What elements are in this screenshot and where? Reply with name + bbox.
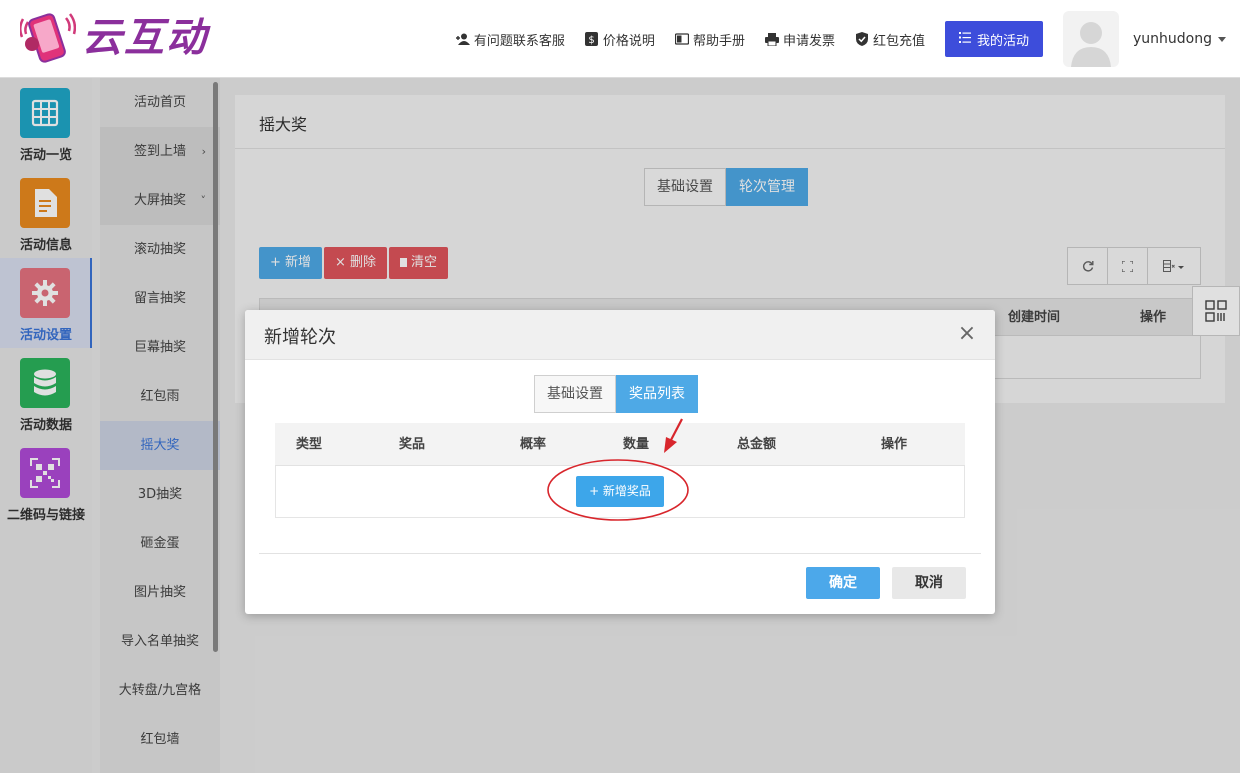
caret-down-icon xyxy=(1218,36,1226,42)
add-user-icon xyxy=(455,32,470,46)
col-probability: 概率 xyxy=(520,437,547,452)
nav-label: 价格说明 xyxy=(602,33,655,49)
dollar-icon: $ xyxy=(585,32,599,46)
brand-name: 云互动 xyxy=(82,14,208,61)
my-activity-button[interactable]: 我的活动 xyxy=(944,21,1043,57)
list-icon xyxy=(958,31,971,47)
cancel-button[interactable]: 取消 xyxy=(892,567,966,599)
avatar[interactable] xyxy=(1063,11,1119,67)
phone-logo-icon xyxy=(19,10,77,66)
confirm-button[interactable]: 确定 xyxy=(806,567,880,599)
nav-label: 帮助手册 xyxy=(692,33,745,49)
username: yunhudong xyxy=(1133,31,1212,47)
add-prize-button[interactable]: + 新增奖品 xyxy=(576,476,664,507)
tab-basic-settings[interactable]: 基础设置 xyxy=(534,375,616,413)
nav-label: 红包充值 xyxy=(872,33,925,49)
dialog-header: 新增轮次 × xyxy=(245,310,995,360)
tab-prize-list[interactable]: 奖品列表 xyxy=(616,375,698,413)
svg-text:$: $ xyxy=(589,35,595,46)
nav-label: 申请发票 xyxy=(782,33,835,49)
nav-customer-service[interactable]: 有问题联系客服 xyxy=(455,30,565,49)
close-icon[interactable]: × xyxy=(957,322,977,346)
divider xyxy=(259,553,981,554)
printer-icon xyxy=(764,32,779,46)
col-total-amount: 总金额 xyxy=(737,437,777,452)
nav-recharge[interactable]: 红包充值 xyxy=(855,30,925,49)
book-icon xyxy=(674,32,689,46)
add-round-dialog: 新增轮次 × 基础设置 奖品列表 类型 奖品 概率 数量 总金额 操作 + 新增… xyxy=(245,310,995,614)
nav-label: 有问题联系客服 xyxy=(473,33,565,49)
col-quantity: 数量 xyxy=(623,437,650,452)
user-menu[interactable]: yunhudong xyxy=(1133,31,1226,47)
my-activity-label: 我的活动 xyxy=(976,33,1029,49)
prize-table-header: 类型 奖品 概率 数量 总金额 操作 xyxy=(275,423,965,466)
col-prize: 奖品 xyxy=(399,437,426,452)
nav-invoice[interactable]: 申请发票 xyxy=(764,30,835,49)
top-nav: 有问题联系客服 $ 价格说明 帮助手册 申请发票 红包充值 我的活动 yunhu… xyxy=(455,11,1240,67)
nav-pricing[interactable]: $ 价格说明 xyxy=(585,30,655,49)
nav-help-manual[interactable]: 帮助手册 xyxy=(674,30,745,49)
shield-check-icon xyxy=(855,32,869,46)
col-type: 类型 xyxy=(296,437,323,452)
col-actions: 操作 xyxy=(881,437,908,452)
brand-logo[interactable]: 云互动 xyxy=(19,10,208,66)
dialog-tabs: 基础设置 奖品列表 xyxy=(534,375,698,413)
app-header: 云互动 有问题联系客服 $ 价格说明 帮助手册 申请发票 红包充值 我的活动 y… xyxy=(0,0,1240,78)
dialog-title: 新增轮次 xyxy=(264,327,336,348)
